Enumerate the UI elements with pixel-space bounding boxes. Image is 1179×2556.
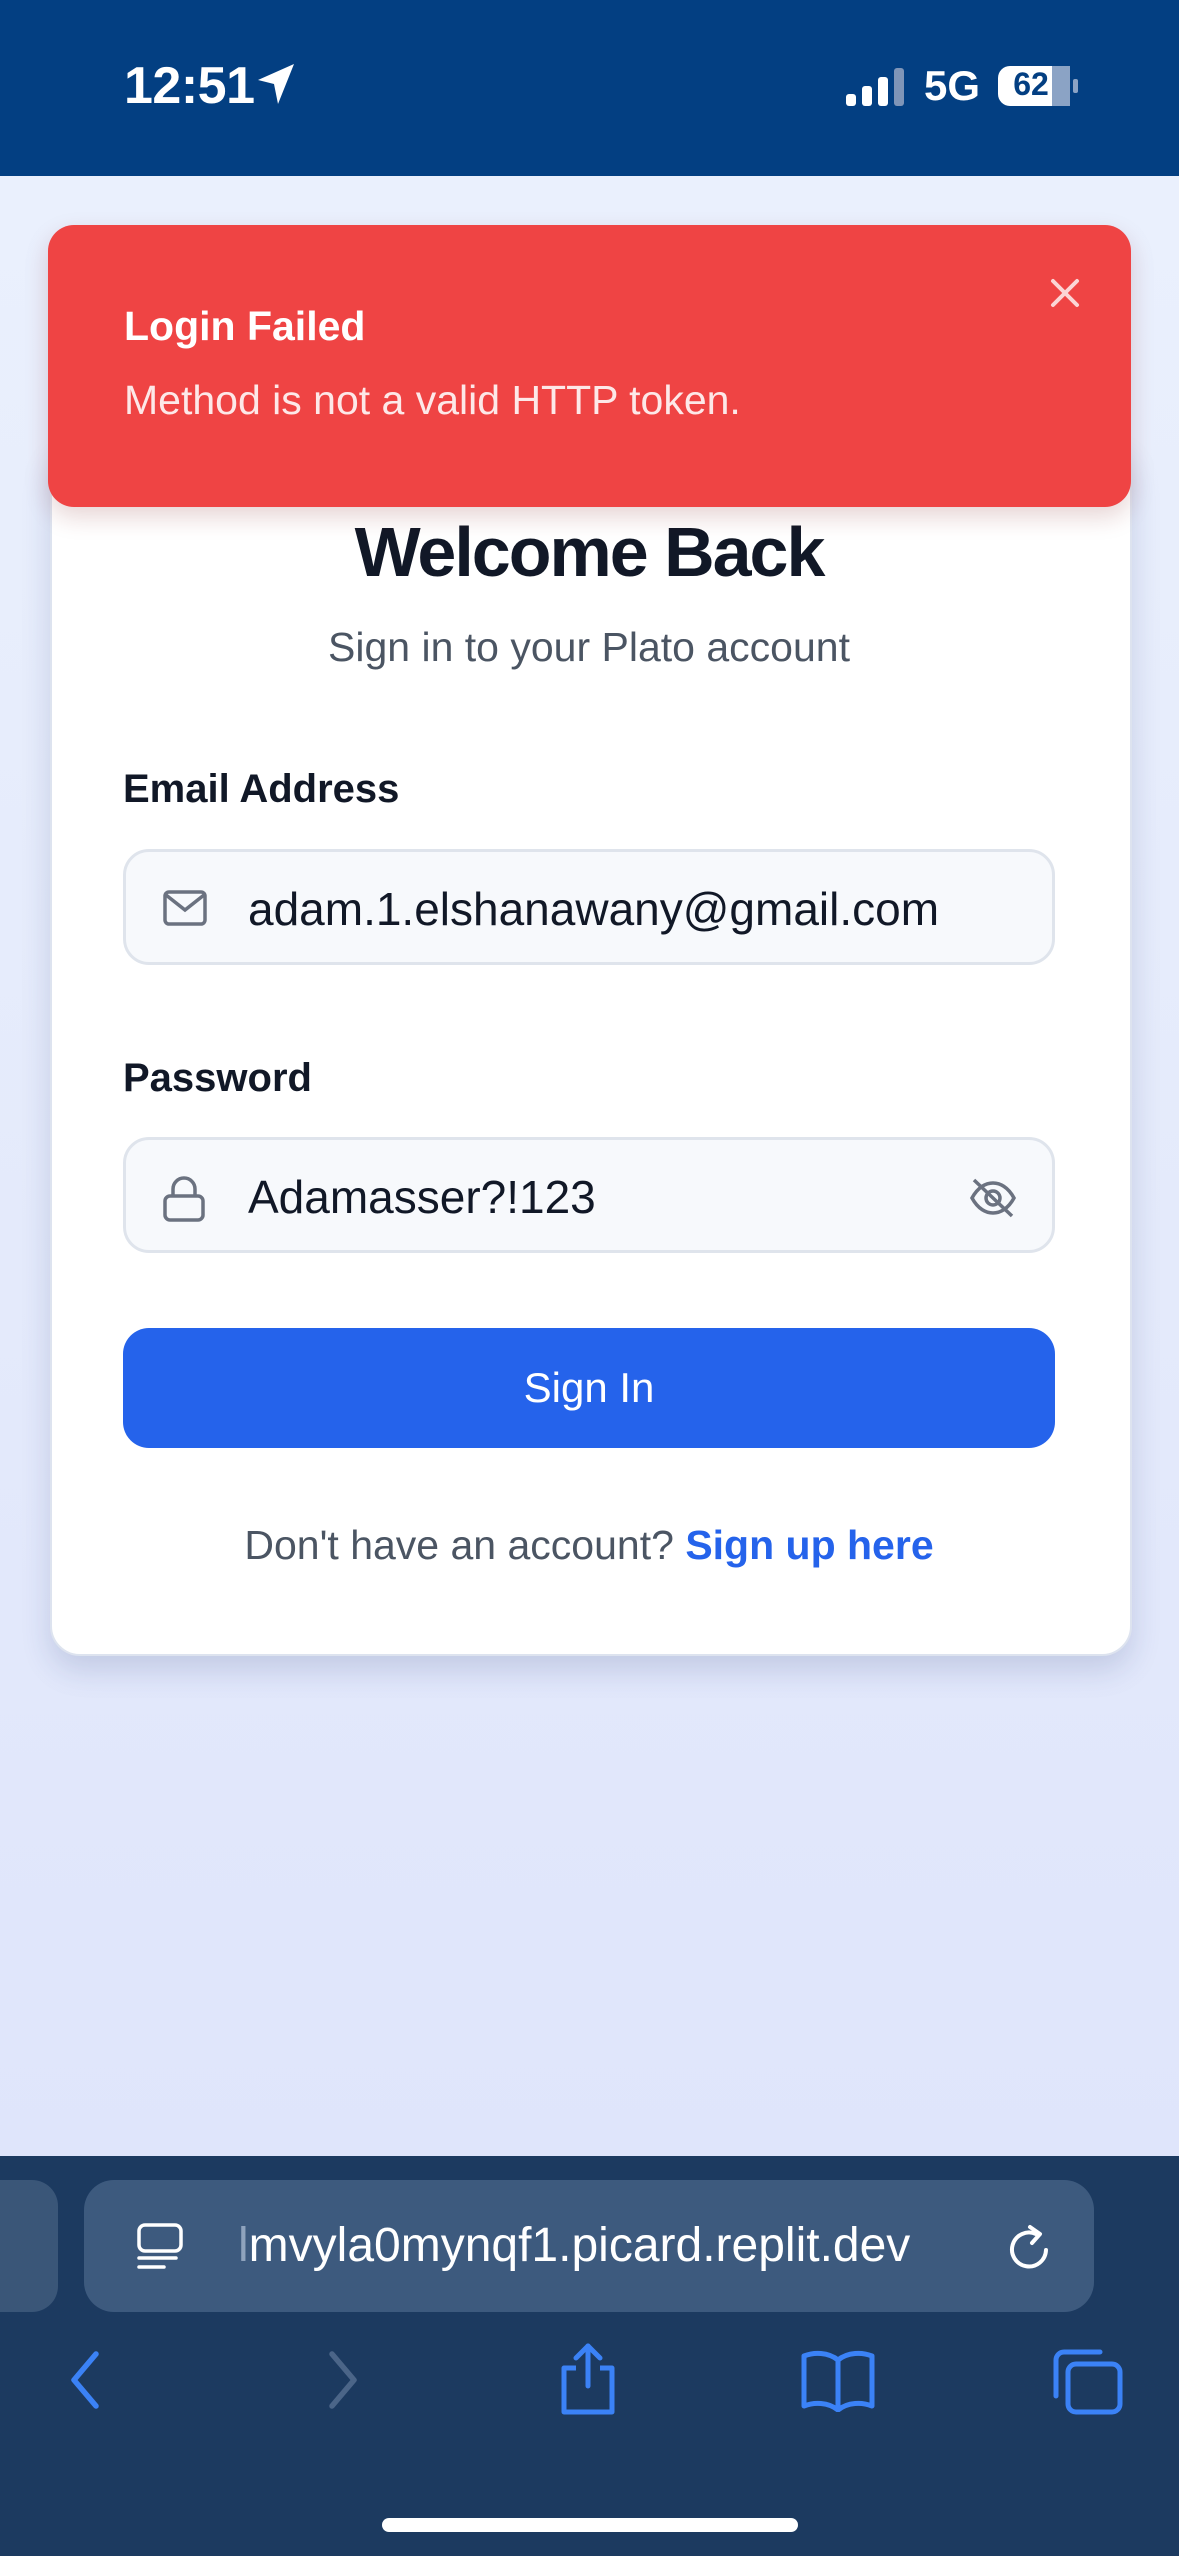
error-toast: Login Failed Method is not a valid HTTP …: [48, 225, 1131, 507]
page-menu-icon[interactable]: [136, 2222, 186, 2272]
close-icon[interactable]: [1043, 271, 1087, 315]
no-account-text: Don't have an account?: [244, 1522, 674, 1568]
previous-tab-preview[interactable]: [0, 2180, 58, 2312]
tabs-icon[interactable]: [1052, 2348, 1124, 2416]
password-field[interactable]: Adamasser?!123: [123, 1137, 1055, 1253]
address-bar[interactable]: lmvyla0mynqf1.picard.replit.dev: [84, 2180, 1094, 2312]
url-text: lmvyla0mynqf1.picard.replit.dev: [238, 2219, 911, 2272]
status-bar: 12:51 5G 62: [0, 0, 1179, 176]
home-indicator: [382, 2518, 798, 2532]
bookmarks-icon[interactable]: [800, 2348, 876, 2412]
sign-in-button[interactable]: Sign In: [123, 1328, 1055, 1448]
forward-icon[interactable]: [322, 2348, 362, 2412]
mail-icon: [163, 890, 207, 926]
share-icon[interactable]: [556, 2340, 620, 2416]
email-label: Email Address: [123, 767, 400, 811]
toast-title: Login Failed: [124, 303, 366, 349]
network-type: 5G: [924, 62, 981, 109]
location-arrow-icon: [258, 64, 294, 104]
page-subtitle: Sign in to your Plato account: [328, 624, 850, 670]
eye-off-icon[interactable]: [968, 1176, 1018, 1220]
page-title: Welcome Back: [354, 513, 826, 591]
login-card: [50, 440, 1132, 1656]
toast-message: Method is not a valid HTTP token.: [124, 377, 741, 423]
email-field[interactable]: adam.1.elshanawany@gmail.com: [123, 849, 1055, 965]
signup-prompt: Don't have an account? Sign up here: [50, 1522, 1128, 1569]
cellular-signal-icon: [846, 68, 904, 106]
signup-link[interactable]: Sign up here: [685, 1522, 933, 1568]
battery-level: 62: [1013, 66, 1049, 102]
back-icon[interactable]: [66, 2348, 106, 2412]
password-label: Password: [123, 1056, 312, 1100]
reload-icon[interactable]: [1006, 2222, 1054, 2272]
lock-icon: [163, 1176, 205, 1222]
email-value: adam.1.elshanawany@gmail.com: [248, 883, 940, 935]
status-time: 12:51: [124, 57, 255, 115]
password-value: Adamasser?!123: [248, 1171, 596, 1223]
